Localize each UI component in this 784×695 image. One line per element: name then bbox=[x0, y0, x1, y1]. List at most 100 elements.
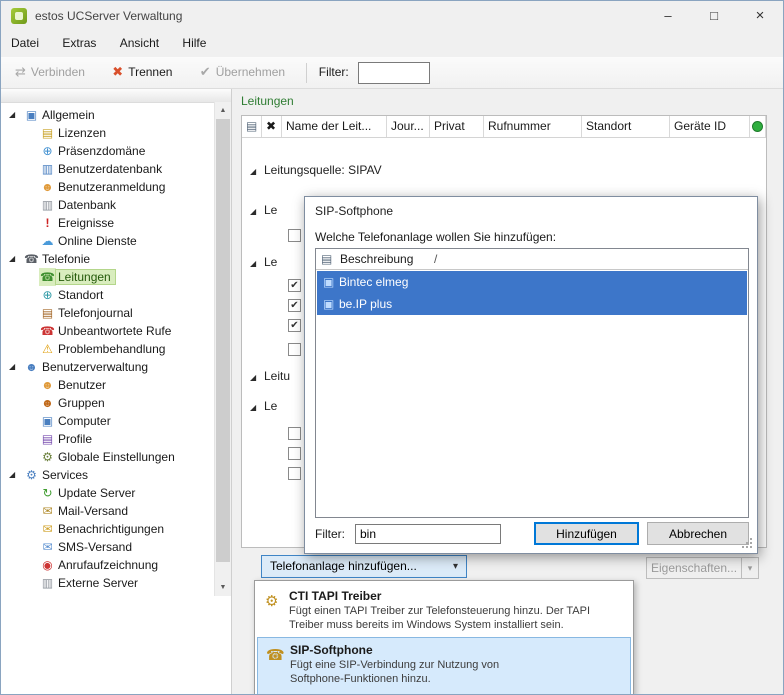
tree-item-computer[interactable]: ▣Computer bbox=[1, 412, 214, 430]
tree-scrollbar[interactable]: ▲ ▼ bbox=[214, 102, 231, 596]
tree-item-services[interactable]: ◢⚙Services bbox=[1, 466, 214, 484]
tree-item-online-dienste[interactable]: ☁Online Dienste bbox=[1, 232, 214, 250]
checkbox-checked[interactable]: ✔ bbox=[288, 319, 301, 332]
menu-item-sip-softphone[interactable]: ☎ SIP-Softphone Fügt eine SIP-Verbindung… bbox=[257, 637, 631, 695]
minimize-button[interactable]: – bbox=[645, 1, 691, 31]
tree-item-gruppen[interactable]: ☻Gruppen bbox=[1, 394, 214, 412]
tree-item-label: Lizenzen bbox=[56, 126, 110, 140]
tree-item-label: SMS-Versand bbox=[56, 540, 136, 554]
menu-item-title: SIP-Softphone bbox=[290, 643, 373, 657]
services-gear-icon: ⚙ bbox=[23, 466, 40, 484]
disconnect-button[interactable]: ✖Trennen bbox=[104, 60, 180, 84]
tree-item-label: Benachrichtigungen bbox=[56, 522, 168, 536]
scroll-down-icon[interactable]: ▼ bbox=[215, 579, 231, 596]
tree-item-allgemein[interactable]: ◢▣Allgemein bbox=[1, 106, 214, 124]
tree-item-datenbank[interactable]: ▥Datenbank bbox=[1, 196, 214, 214]
tree-item-problembehandlung[interactable]: ⚠Problembehandlung bbox=[1, 340, 214, 358]
column-standort[interactable]: Standort bbox=[582, 116, 670, 137]
menu-hilfe[interactable]: Hilfe bbox=[172, 31, 216, 57]
menu-extras[interactable]: Extras bbox=[52, 31, 106, 57]
menu-datei[interactable]: Datei bbox=[1, 31, 49, 57]
expander-icon[interactable]: ◢ bbox=[250, 398, 264, 418]
resize-grip[interactable] bbox=[750, 546, 752, 548]
tree-item-externe-server[interactable]: ▥Externe Server bbox=[1, 574, 214, 592]
sms-icon: ✉ bbox=[39, 538, 56, 556]
list-header[interactable]: ▤ Beschreibung / bbox=[316, 249, 748, 270]
tree-item-benachrichtigungen[interactable]: ✉Benachrichtigungen bbox=[1, 520, 214, 538]
column-rufnummer[interactable]: Rufnummer bbox=[484, 116, 582, 137]
tree-item-sms-versand[interactable]: ✉SMS-Versand bbox=[1, 538, 214, 556]
list-item[interactable]: ▣Bintec elmeg bbox=[317, 271, 747, 293]
user-management-icon: ☻ bbox=[23, 358, 40, 376]
expander-icon[interactable]: ◢ bbox=[9, 106, 23, 124]
expander-icon[interactable]: ◢ bbox=[9, 358, 23, 376]
tree-header-strip bbox=[1, 89, 231, 103]
menu-item-description: Fügt einen TAPI Treiber zur Telefonsteue… bbox=[289, 605, 590, 617]
dialog-filter-input[interactable] bbox=[355, 524, 501, 544]
add-phone-system-button[interactable]: Telefonanlage hinzufügen...▾ bbox=[261, 555, 467, 578]
column-status[interactable] bbox=[750, 116, 766, 137]
tree-item-unbeantwortete-rufe[interactable]: ☎Unbeantwortete Rufe bbox=[1, 322, 214, 340]
group-row-sipav[interactable]: ◢Leitungsquelle: SIPAV bbox=[242, 160, 766, 180]
column-journal[interactable]: Jour... bbox=[387, 116, 430, 137]
tree-item-benutzerdatenbank[interactable]: ▥Benutzerdatenbank bbox=[1, 160, 214, 178]
close-button[interactable]: × bbox=[737, 1, 783, 31]
tree-item-benutzerverwaltung[interactable]: ◢☻Benutzerverwaltung bbox=[1, 358, 214, 376]
check-icon: ✔ bbox=[290, 300, 298, 311]
scrollbar-thumb[interactable] bbox=[216, 119, 230, 562]
menu-item-cti-tapi[interactable]: ⚙ CTI TAPI Treiber Fügt einen TAPI Treib… bbox=[257, 584, 631, 636]
checkbox[interactable] bbox=[288, 229, 301, 242]
menu-item-title: CTI TAPI Treiber bbox=[289, 589, 381, 603]
tree-item-label: Services bbox=[40, 468, 92, 482]
checkbox[interactable] bbox=[288, 343, 301, 356]
tree-item-benutzeranmeldung[interactable]: ☻Benutzeranmeldung bbox=[1, 178, 214, 196]
column-privat[interactable]: Privat bbox=[430, 116, 484, 137]
checkbox-checked[interactable]: ✔ bbox=[288, 299, 301, 312]
navigation-tree: ◢▣Allgemein ▤Lizenzen ⊕Präsenzdomäne ▥Be… bbox=[1, 89, 232, 694]
expander-icon[interactable]: ◢ bbox=[250, 202, 264, 222]
status-dot-icon bbox=[752, 121, 763, 132]
list-item[interactable]: ▣be.IP plus bbox=[317, 293, 747, 315]
tree-item-telefonie[interactable]: ◢☎Telefonie bbox=[1, 250, 214, 268]
expander-icon[interactable]: ◢ bbox=[250, 368, 264, 388]
tree-item-update-server[interactable]: ↻Update Server bbox=[1, 484, 214, 502]
add-button[interactable]: Hinzufügen bbox=[534, 522, 639, 545]
tree-item-benutzer[interactable]: ☻Benutzer bbox=[1, 376, 214, 394]
column-geraete-id[interactable]: Geräte ID bbox=[670, 116, 750, 137]
toolbar-separator bbox=[306, 63, 307, 83]
description-column[interactable]: Beschreibung bbox=[340, 249, 413, 269]
tree-item-leitungen[interactable]: ☎Leitungen bbox=[1, 268, 214, 286]
checkbox[interactable] bbox=[288, 467, 301, 480]
connect-button: ⇄Verbinden bbox=[7, 60, 93, 84]
tree-item-ereignisse[interactable]: !Ereignisse bbox=[1, 214, 214, 232]
tree-item-telefonjournal[interactable]: ▤Telefonjournal bbox=[1, 304, 214, 322]
checkbox[interactable] bbox=[288, 427, 301, 440]
tree-item-globale-einstellungen[interactable]: ⚙Globale Einstellungen bbox=[1, 448, 214, 466]
column-name[interactable]: Name der Leit... bbox=[282, 116, 387, 137]
column-line-type[interactable]: ▤ bbox=[242, 116, 262, 137]
tree-item-lizenzen[interactable]: ▤Lizenzen bbox=[1, 124, 214, 142]
missed-call-icon: ☎ bbox=[39, 322, 56, 340]
maximize-button[interactable]: □ bbox=[691, 1, 737, 31]
user-icon: ☻ bbox=[39, 376, 56, 394]
expander-icon[interactable]: ◢ bbox=[9, 250, 23, 268]
checkbox-checked[interactable]: ✔ bbox=[288, 279, 301, 292]
tree-item-standort[interactable]: ⊕Standort bbox=[1, 286, 214, 304]
app-window: estos UCServer Verwaltung – □ × Datei Ex… bbox=[0, 0, 784, 695]
tree-item-profile[interactable]: ▤Profile bbox=[1, 430, 214, 448]
expander-icon[interactable]: ◢ bbox=[9, 466, 23, 484]
apply-button: ✔Übernehmen bbox=[192, 60, 293, 84]
tree-item-mail-versand[interactable]: ✉Mail-Versand bbox=[1, 502, 214, 520]
tree-item-praesenzdomaene[interactable]: ⊕Präsenzdomäne bbox=[1, 142, 214, 160]
expander-icon[interactable]: ◢ bbox=[250, 254, 264, 274]
column-delete[interactable]: ✖ bbox=[262, 116, 282, 137]
toolbar-filter-input[interactable] bbox=[358, 62, 430, 84]
cancel-button[interactable]: Abbrechen bbox=[647, 522, 749, 545]
expander-icon[interactable]: ◢ bbox=[250, 162, 264, 182]
scroll-up-icon[interactable]: ▲ bbox=[215, 102, 231, 119]
tree-item-anrufaufzeichnung[interactable]: ◉Anrufaufzeichnung bbox=[1, 556, 214, 574]
tree-items: ◢▣Allgemein ▤Lizenzen ⊕Präsenzdomäne ▥Be… bbox=[1, 103, 214, 592]
menu-ansicht[interactable]: Ansicht bbox=[110, 31, 169, 57]
checkbox[interactable] bbox=[288, 447, 301, 460]
tree-item-label: Gruppen bbox=[56, 396, 109, 410]
